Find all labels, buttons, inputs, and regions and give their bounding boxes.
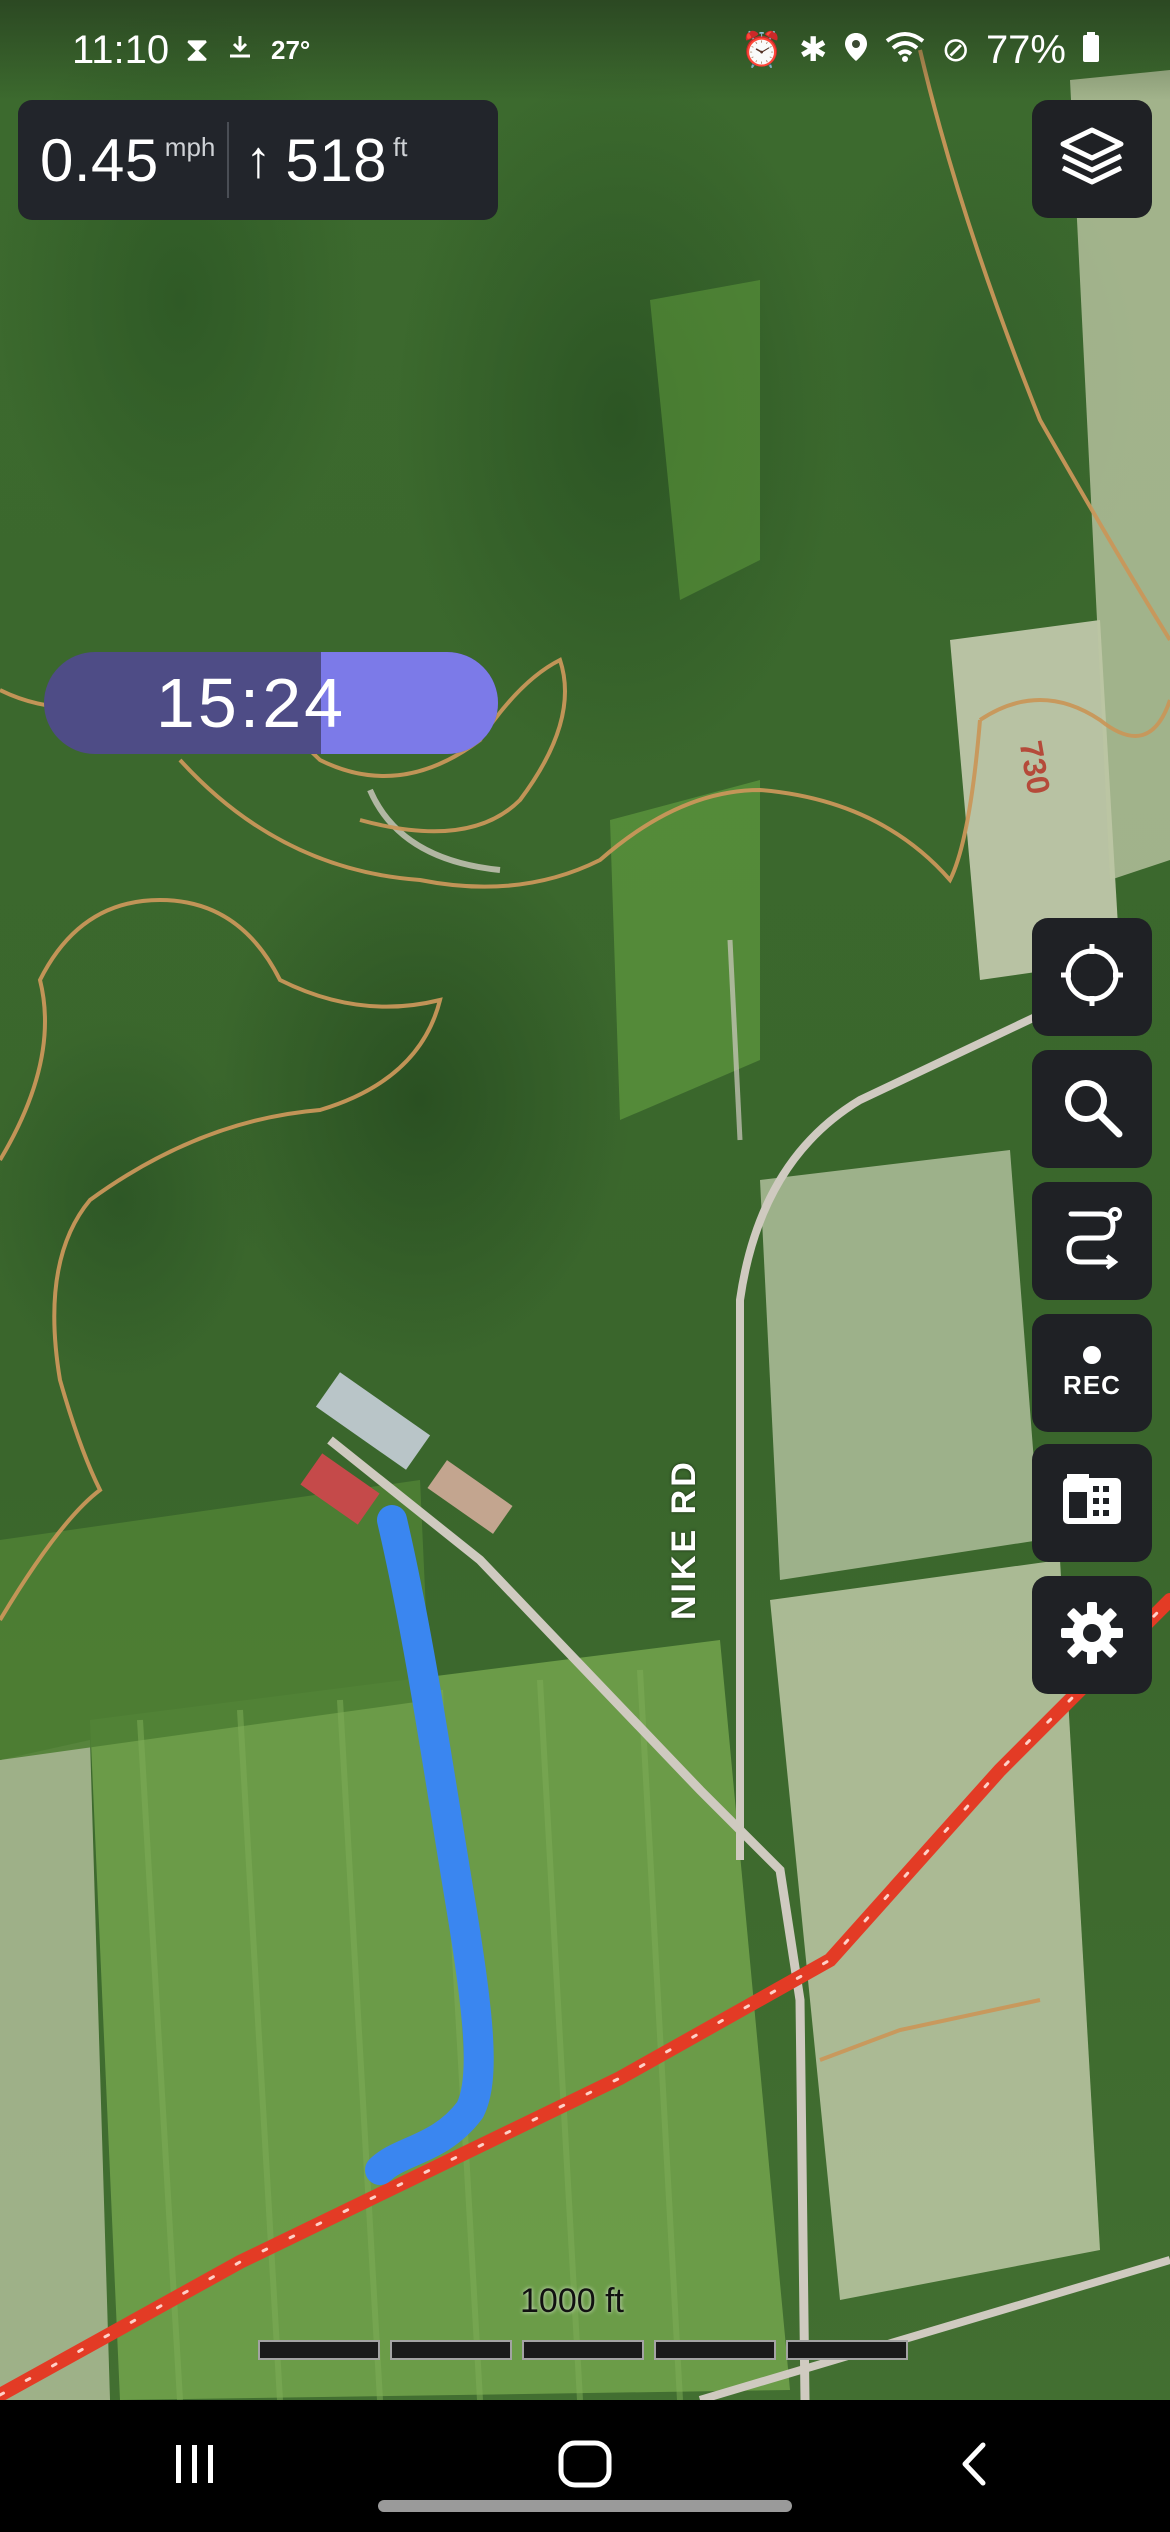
location-icon [843, 31, 869, 69]
status-temperature: 27° [271, 34, 311, 65]
search-button[interactable] [1032, 1050, 1152, 1168]
scale-segment [390, 2340, 512, 2360]
layers-icon [1057, 124, 1127, 195]
timer-pill[interactable]: 15:24 [44, 652, 498, 754]
wifi-icon [885, 31, 925, 69]
battery-icon [1082, 32, 1100, 68]
locate-button[interactable] [1032, 918, 1152, 1036]
elevation-value: 518 [285, 126, 387, 194]
scale-segment [258, 2340, 380, 2360]
scale-segment [522, 2340, 644, 2360]
route-button[interactable] [1032, 1182, 1152, 1300]
back-button[interactable] [915, 2416, 1035, 2516]
search-icon [1057, 1072, 1127, 1147]
status-battery: 77% [985, 27, 1066, 72]
bluetooth-icon: ✱ [798, 31, 828, 69]
settings-button[interactable] [1032, 1576, 1152, 1694]
locate-icon [1057, 940, 1127, 1015]
back-icon [955, 2439, 995, 2494]
recents-button[interactable] [135, 2416, 255, 2516]
hourglass-icon: ⧗ [185, 31, 210, 69]
speed-unit: mph [164, 132, 216, 162]
record-dot-icon [1083, 1345, 1101, 1364]
record-label: REC [1063, 1369, 1121, 1400]
scale-segment [654, 2340, 776, 2360]
timer-text: 15:24 [155, 664, 347, 742]
panel-divider [227, 122, 230, 198]
status-time: 11:10 [72, 27, 170, 72]
home-icon [557, 2439, 613, 2494]
navigation-bar [0, 2400, 1170, 2532]
speed-elevation-panel[interactable]: 0.45 mph ↑ 518 ft [18, 100, 498, 220]
download-icon [225, 32, 255, 68]
alarm-icon: ⏰ [740, 31, 783, 69]
scale-segment [786, 2340, 908, 2360]
home-indicator [378, 2500, 792, 2512]
record-button[interactable]: REC [1032, 1314, 1152, 1432]
map-overlay [0, 49, 1170, 2400]
recents-icon [170, 2441, 220, 2492]
speed-value: 0.45 [40, 126, 159, 194]
elevation-arrow-icon: ↑ [245, 131, 272, 189]
scale-bar [258, 2340, 908, 2360]
offline-maps-icon [1057, 1466, 1127, 1541]
road-label: NIKE RD [665, 1459, 703, 1620]
status-right: ⏰ ✱ ⊘ 77% [741, 28, 1100, 73]
status-bar: 11:10 ⧗ 27° ⏰ ✱ ⊘ 77% [0, 0, 1170, 100]
gear-icon [1057, 1598, 1127, 1673]
status-left: 11:10 ⧗ 27° [72, 28, 310, 73]
map-view[interactable]: NIKE RD 730 [0, 0, 1170, 2400]
route-icon [1057, 1204, 1127, 1279]
layers-button[interactable] [1032, 100, 1152, 218]
offline-maps-button[interactable] [1032, 1444, 1152, 1562]
scale-label: 1000 ft [520, 2282, 624, 2320]
do-not-disturb-icon: ⊘ [941, 31, 970, 69]
elevation-unit: ft [392, 132, 408, 162]
